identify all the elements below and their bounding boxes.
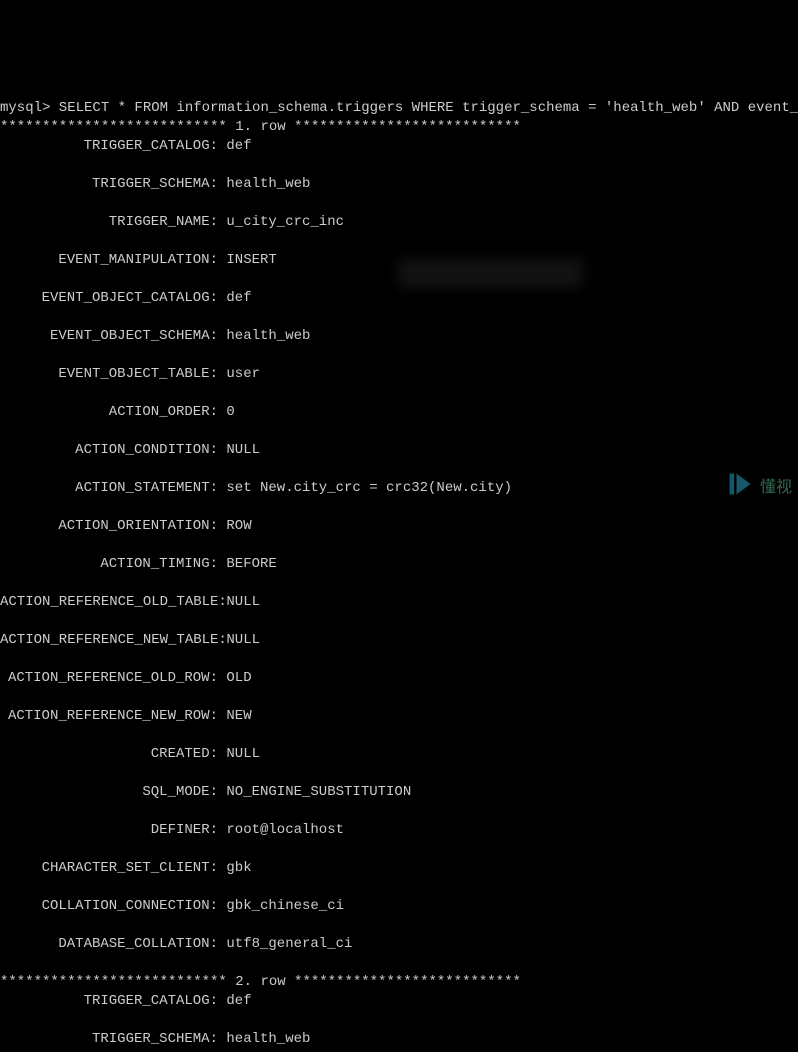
field-key: ACTION_REFERENCE_OLD_ROW: — [0, 669, 218, 688]
field-val: NO_ENGINE_SUBSTITUTION — [218, 783, 411, 802]
field-row: TRIGGER_CATALOG:def — [0, 992, 798, 1011]
field-row: CHARACTER_SET_CLIENT:gbk — [0, 859, 798, 878]
field-key: ACTION_ORIENTATION: — [0, 517, 218, 536]
field-key: ACTION_REFERENCE_NEW_ROW: — [0, 707, 218, 726]
field-val: utf8_general_ci — [218, 935, 352, 954]
field-val: set New.city_crc = crc32(New.city) — [218, 479, 512, 498]
field-row: ACTION_CONDITION:NULL — [0, 441, 798, 460]
artifact-smudge — [398, 258, 583, 288]
field-key: ACTION_TIMING: — [0, 555, 218, 574]
field-row: ACTION_ORIENTATION:ROW — [0, 517, 798, 536]
field-key: CREATED: — [0, 745, 218, 764]
field-key: TRIGGER_CATALOG: — [0, 137, 218, 156]
field-val: health_web — [218, 1030, 310, 1049]
field-val: health_web — [218, 327, 310, 346]
field-key: DATABASE_COLLATION: — [0, 935, 218, 954]
field-row: EVENT_OBJECT_TABLE:user — [0, 365, 798, 384]
field-key: EVENT_OBJECT_TABLE: — [0, 365, 218, 384]
field-key: EVENT_OBJECT_CATALOG: — [0, 289, 218, 308]
field-row: ACTION_REFERENCE_OLD_ROW:OLD — [0, 669, 798, 688]
field-val: ROW — [218, 517, 252, 536]
field-key: TRIGGER_SCHEMA: — [0, 1030, 218, 1049]
watermark: 懂视 — [686, 449, 798, 526]
terminal-output: mysql> SELECT * FROM information_schema.… — [0, 80, 798, 1052]
mysql-prompt-line: mysql> SELECT * FROM information_schema.… — [0, 100, 798, 116]
field-key: ACTION_ORDER: — [0, 403, 218, 422]
field-val: BEFORE — [218, 555, 277, 574]
field-key: ACTION_REFERENCE_NEW_TABLE: — [0, 631, 218, 650]
field-key: ACTION_REFERENCE_OLD_TABLE: — [0, 593, 218, 612]
field-val: u_city_crc_inc — [218, 213, 344, 232]
field-row: ACTION_REFERENCE_NEW_TABLE:NULL — [0, 631, 798, 650]
field-key: EVENT_OBJECT_SCHEMA: — [0, 327, 218, 346]
field-val: def — [218, 992, 252, 1011]
field-row: ACTION_REFERENCE_OLD_TABLE:NULL — [0, 593, 798, 612]
field-val: OLD — [218, 669, 252, 688]
field-key: COLLATION_CONNECTION: — [0, 897, 218, 916]
field-val: NULL — [218, 593, 260, 612]
field-key: SQL_MODE: — [0, 783, 218, 802]
play-icon — [692, 451, 754, 524]
field-key: TRIGGER_NAME: — [0, 213, 218, 232]
field-row: DATABASE_COLLATION:utf8_general_ci — [0, 935, 798, 954]
watermark-text: 懂视 — [760, 478, 792, 497]
field-key: ACTION_STATEMENT: — [0, 479, 218, 498]
field-row: EVENT_OBJECT_CATALOG:def — [0, 289, 798, 308]
field-val: NEW — [218, 707, 252, 726]
field-val: 0 — [218, 403, 235, 422]
field-val: NULL — [218, 631, 260, 650]
field-val: root@localhost — [218, 821, 344, 840]
field-val: gbk_chinese_ci — [218, 897, 344, 916]
row-separator-1: *************************** 1. row *****… — [0, 119, 521, 135]
field-row: ACTION_TIMING:BEFORE — [0, 555, 798, 574]
row-separator-2: *************************** 2. row *****… — [0, 974, 521, 990]
field-key: EVENT_MANIPULATION: — [0, 251, 218, 270]
field-key: TRIGGER_SCHEMA: — [0, 175, 218, 194]
field-val: NULL — [218, 745, 260, 764]
field-row: TRIGGER_CATALOG:def — [0, 137, 798, 156]
field-val: user — [218, 365, 260, 384]
field-val: def — [218, 289, 252, 308]
field-val: INSERT — [218, 251, 277, 270]
field-val: NULL — [218, 441, 260, 460]
field-row: TRIGGER_SCHEMA:health_web — [0, 1030, 798, 1049]
field-row: EVENT_OBJECT_SCHEMA:health_web — [0, 327, 798, 346]
field-row: ACTION_REFERENCE_NEW_ROW:NEW — [0, 707, 798, 726]
field-key: CHARACTER_SET_CLIENT: — [0, 859, 218, 878]
field-val: health_web — [218, 175, 310, 194]
field-key: DEFINER: — [0, 821, 218, 840]
field-key: ACTION_CONDITION: — [0, 441, 218, 460]
field-key: TRIGGER_CATALOG: — [0, 992, 218, 1011]
field-row: COLLATION_CONNECTION:gbk_chinese_ci — [0, 897, 798, 916]
field-val: gbk — [218, 859, 252, 878]
field-row: TRIGGER_SCHEMA:health_web — [0, 175, 798, 194]
field-row: ACTION_ORDER:0 — [0, 403, 798, 422]
field-row: CREATED:NULL — [0, 745, 798, 764]
field-val: def — [218, 137, 252, 156]
field-row: ACTION_STATEMENT:set New.city_crc = crc3… — [0, 479, 798, 498]
field-row: TRIGGER_NAME:u_city_crc_inc — [0, 213, 798, 232]
field-row: DEFINER:root@localhost — [0, 821, 798, 840]
field-row: SQL_MODE:NO_ENGINE_SUBSTITUTION — [0, 783, 798, 802]
